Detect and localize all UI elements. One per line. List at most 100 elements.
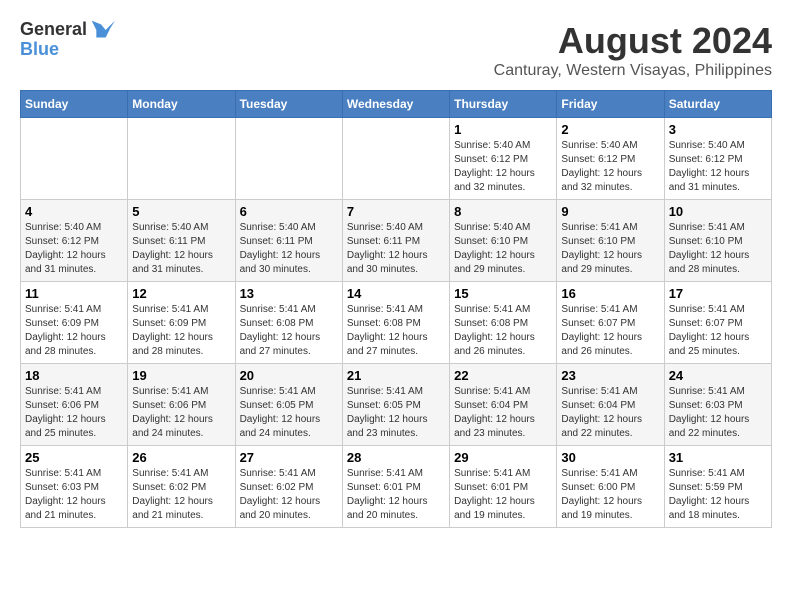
calendar-cell: 2 Sunrise: 5:40 AM Sunset: 6:12 PM Daylig… <box>557 118 664 200</box>
day-number: 4 <box>25 204 123 219</box>
day-info: Sunrise: 5:41 AM Sunset: 6:03 PM Dayligh… <box>25 467 123 523</box>
day-info: Sunrise: 5:40 AM Sunset: 6:10 PM Dayligh… <box>454 221 552 277</box>
calendar-week-5: 25 Sunrise: 5:41 AM Sunset: 6:03 PM Dayli… <box>21 446 772 528</box>
day-number: 3 <box>669 122 767 137</box>
day-info: Sunrise: 5:40 AM Sunset: 6:12 PM Dayligh… <box>25 221 123 277</box>
calendar-cell: 28 Sunrise: 5:41 AM Sunset: 6:01 PM Dayli… <box>342 446 449 528</box>
calendar-cell: 7 Sunrise: 5:40 AM Sunset: 6:11 PM Daylig… <box>342 200 449 282</box>
day-info: Sunrise: 5:40 AM Sunset: 6:11 PM Dayligh… <box>347 221 445 277</box>
calendar-cell: 22 Sunrise: 5:41 AM Sunset: 6:04 PM Dayli… <box>450 364 557 446</box>
calendar-cell: 26 Sunrise: 5:41 AM Sunset: 6:02 PM Dayli… <box>128 446 235 528</box>
calendar-cell: 4 Sunrise: 5:40 AM Sunset: 6:12 PM Daylig… <box>21 200 128 282</box>
day-header-sunday: Sunday <box>21 91 128 118</box>
day-info: Sunrise: 5:40 AM Sunset: 6:11 PM Dayligh… <box>132 221 230 277</box>
day-number: 19 <box>132 368 230 383</box>
calendar-cell: 27 Sunrise: 5:41 AM Sunset: 6:02 PM Dayli… <box>235 446 342 528</box>
calendar-header-row: SundayMondayTuesdayWednesdayThursdayFrid… <box>21 91 772 118</box>
day-header-wednesday: Wednesday <box>342 91 449 118</box>
calendar-cell: 31Sunrise: 5:41 AM Sunset: 5:59 PM Dayli… <box>664 446 771 528</box>
day-header-saturday: Saturday <box>664 91 771 118</box>
month-title: August 2024 <box>494 20 772 62</box>
day-info: Sunrise: 5:41 AM Sunset: 6:10 PM Dayligh… <box>561 221 659 277</box>
day-info: Sunrise: 5:40 AM Sunset: 6:12 PM Dayligh… <box>454 139 552 195</box>
calendar-cell <box>128 118 235 200</box>
calendar-cell: 11 Sunrise: 5:41 AM Sunset: 6:09 PM Dayli… <box>21 282 128 364</box>
day-number: 5 <box>132 204 230 219</box>
calendar-cell: 21Sunrise: 5:41 AM Sunset: 6:05 PM Dayli… <box>342 364 449 446</box>
day-info: Sunrise: 5:41 AM Sunset: 5:59 PM Dayligh… <box>669 467 767 523</box>
calendar-week-3: 11 Sunrise: 5:41 AM Sunset: 6:09 PM Dayli… <box>21 282 772 364</box>
calendar-cell: 9 Sunrise: 5:41 AM Sunset: 6:10 PM Daylig… <box>557 200 664 282</box>
calendar-week-4: 18 Sunrise: 5:41 AM Sunset: 6:06 PM Dayli… <box>21 364 772 446</box>
calendar-cell: 5 Sunrise: 5:40 AM Sunset: 6:11 PM Daylig… <box>128 200 235 282</box>
day-number: 11 <box>25 286 123 301</box>
calendar-cell: 16 Sunrise: 5:41 AM Sunset: 6:07 PM Dayli… <box>557 282 664 364</box>
day-number: 26 <box>132 450 230 465</box>
day-number: 30 <box>561 450 659 465</box>
day-info: Sunrise: 5:41 AM Sunset: 6:08 PM Dayligh… <box>454 303 552 359</box>
day-number: 2 <box>561 122 659 137</box>
calendar-body: 1Sunrise: 5:40 AM Sunset: 6:12 PM Daylig… <box>21 118 772 528</box>
day-info: Sunrise: 5:41 AM Sunset: 6:04 PM Dayligh… <box>561 385 659 441</box>
day-number: 18 <box>25 368 123 383</box>
day-info: Sunrise: 5:40 AM Sunset: 6:12 PM Dayligh… <box>669 139 767 195</box>
calendar-cell: 23 Sunrise: 5:41 AM Sunset: 6:04 PM Dayli… <box>557 364 664 446</box>
calendar-cell: 1Sunrise: 5:40 AM Sunset: 6:12 PM Daylig… <box>450 118 557 200</box>
calendar-cell <box>342 118 449 200</box>
day-number: 24 <box>669 368 767 383</box>
day-number: 22 <box>454 368 552 383</box>
day-number: 17 <box>669 286 767 301</box>
calendar-cell: 8 Sunrise: 5:40 AM Sunset: 6:10 PM Daylig… <box>450 200 557 282</box>
day-number: 20 <box>240 368 338 383</box>
calendar-cell: 17Sunrise: 5:41 AM Sunset: 6:07 PM Dayli… <box>664 282 771 364</box>
day-header-friday: Friday <box>557 91 664 118</box>
day-info: Sunrise: 5:41 AM Sunset: 6:07 PM Dayligh… <box>561 303 659 359</box>
day-number: 28 <box>347 450 445 465</box>
day-number: 15 <box>454 286 552 301</box>
day-header-thursday: Thursday <box>450 91 557 118</box>
day-info: Sunrise: 5:40 AM Sunset: 6:11 PM Dayligh… <box>240 221 338 277</box>
calendar-cell: 25 Sunrise: 5:41 AM Sunset: 6:03 PM Dayli… <box>21 446 128 528</box>
calendar-cell: 20Sunrise: 5:41 AM Sunset: 6:05 PM Dayli… <box>235 364 342 446</box>
title-block: August 2024 Canturay, Western Visayas, P… <box>494 20 772 80</box>
day-info: Sunrise: 5:41 AM Sunset: 6:08 PM Dayligh… <box>347 303 445 359</box>
calendar-cell: 14Sunrise: 5:41 AM Sunset: 6:08 PM Dayli… <box>342 282 449 364</box>
day-info: Sunrise: 5:41 AM Sunset: 6:01 PM Dayligh… <box>347 467 445 523</box>
day-number: 12 <box>132 286 230 301</box>
page-header: General Blue August 2024 Canturay, Weste… <box>20 20 772 80</box>
day-number: 16 <box>561 286 659 301</box>
day-number: 27 <box>240 450 338 465</box>
day-number: 29 <box>454 450 552 465</box>
day-info: Sunrise: 5:41 AM Sunset: 6:06 PM Dayligh… <box>25 385 123 441</box>
calendar-table: SundayMondayTuesdayWednesdayThursdayFrid… <box>20 90 772 528</box>
day-info: Sunrise: 5:41 AM Sunset: 6:06 PM Dayligh… <box>132 385 230 441</box>
day-info: Sunrise: 5:41 AM Sunset: 6:04 PM Dayligh… <box>454 385 552 441</box>
calendar-week-1: 1Sunrise: 5:40 AM Sunset: 6:12 PM Daylig… <box>21 118 772 200</box>
day-number: 25 <box>25 450 123 465</box>
day-info: Sunrise: 5:41 AM Sunset: 6:03 PM Dayligh… <box>669 385 767 441</box>
calendar-cell <box>235 118 342 200</box>
day-info: Sunrise: 5:41 AM Sunset: 6:10 PM Dayligh… <box>669 221 767 277</box>
calendar-cell: 30Sunrise: 5:41 AM Sunset: 6:00 PM Dayli… <box>557 446 664 528</box>
day-number: 10 <box>669 204 767 219</box>
calendar-cell: 18 Sunrise: 5:41 AM Sunset: 6:06 PM Dayli… <box>21 364 128 446</box>
day-number: 9 <box>561 204 659 219</box>
day-info: Sunrise: 5:41 AM Sunset: 6:02 PM Dayligh… <box>240 467 338 523</box>
day-number: 6 <box>240 204 338 219</box>
calendar-cell: 19 Sunrise: 5:41 AM Sunset: 6:06 PM Dayli… <box>128 364 235 446</box>
calendar-cell: 3 Sunrise: 5:40 AM Sunset: 6:12 PM Daylig… <box>664 118 771 200</box>
day-info: Sunrise: 5:41 AM Sunset: 6:02 PM Dayligh… <box>132 467 230 523</box>
day-info: Sunrise: 5:41 AM Sunset: 6:09 PM Dayligh… <box>25 303 123 359</box>
day-number: 21 <box>347 368 445 383</box>
calendar-cell: 10 Sunrise: 5:41 AM Sunset: 6:10 PM Dayli… <box>664 200 771 282</box>
location: Canturay, Western Visayas, Philippines <box>494 62 772 80</box>
calendar-cell: 12Sunrise: 5:41 AM Sunset: 6:09 PM Dayli… <box>128 282 235 364</box>
calendar-cell: 29Sunrise: 5:41 AM Sunset: 6:01 PM Dayli… <box>450 446 557 528</box>
day-header-tuesday: Tuesday <box>235 91 342 118</box>
day-number: 8 <box>454 204 552 219</box>
day-number: 7 <box>347 204 445 219</box>
day-info: Sunrise: 5:41 AM Sunset: 6:08 PM Dayligh… <box>240 303 338 359</box>
day-info: Sunrise: 5:40 AM Sunset: 6:12 PM Dayligh… <box>561 139 659 195</box>
calendar-cell: 15 Sunrise: 5:41 AM Sunset: 6:08 PM Dayli… <box>450 282 557 364</box>
day-number: 23 <box>561 368 659 383</box>
